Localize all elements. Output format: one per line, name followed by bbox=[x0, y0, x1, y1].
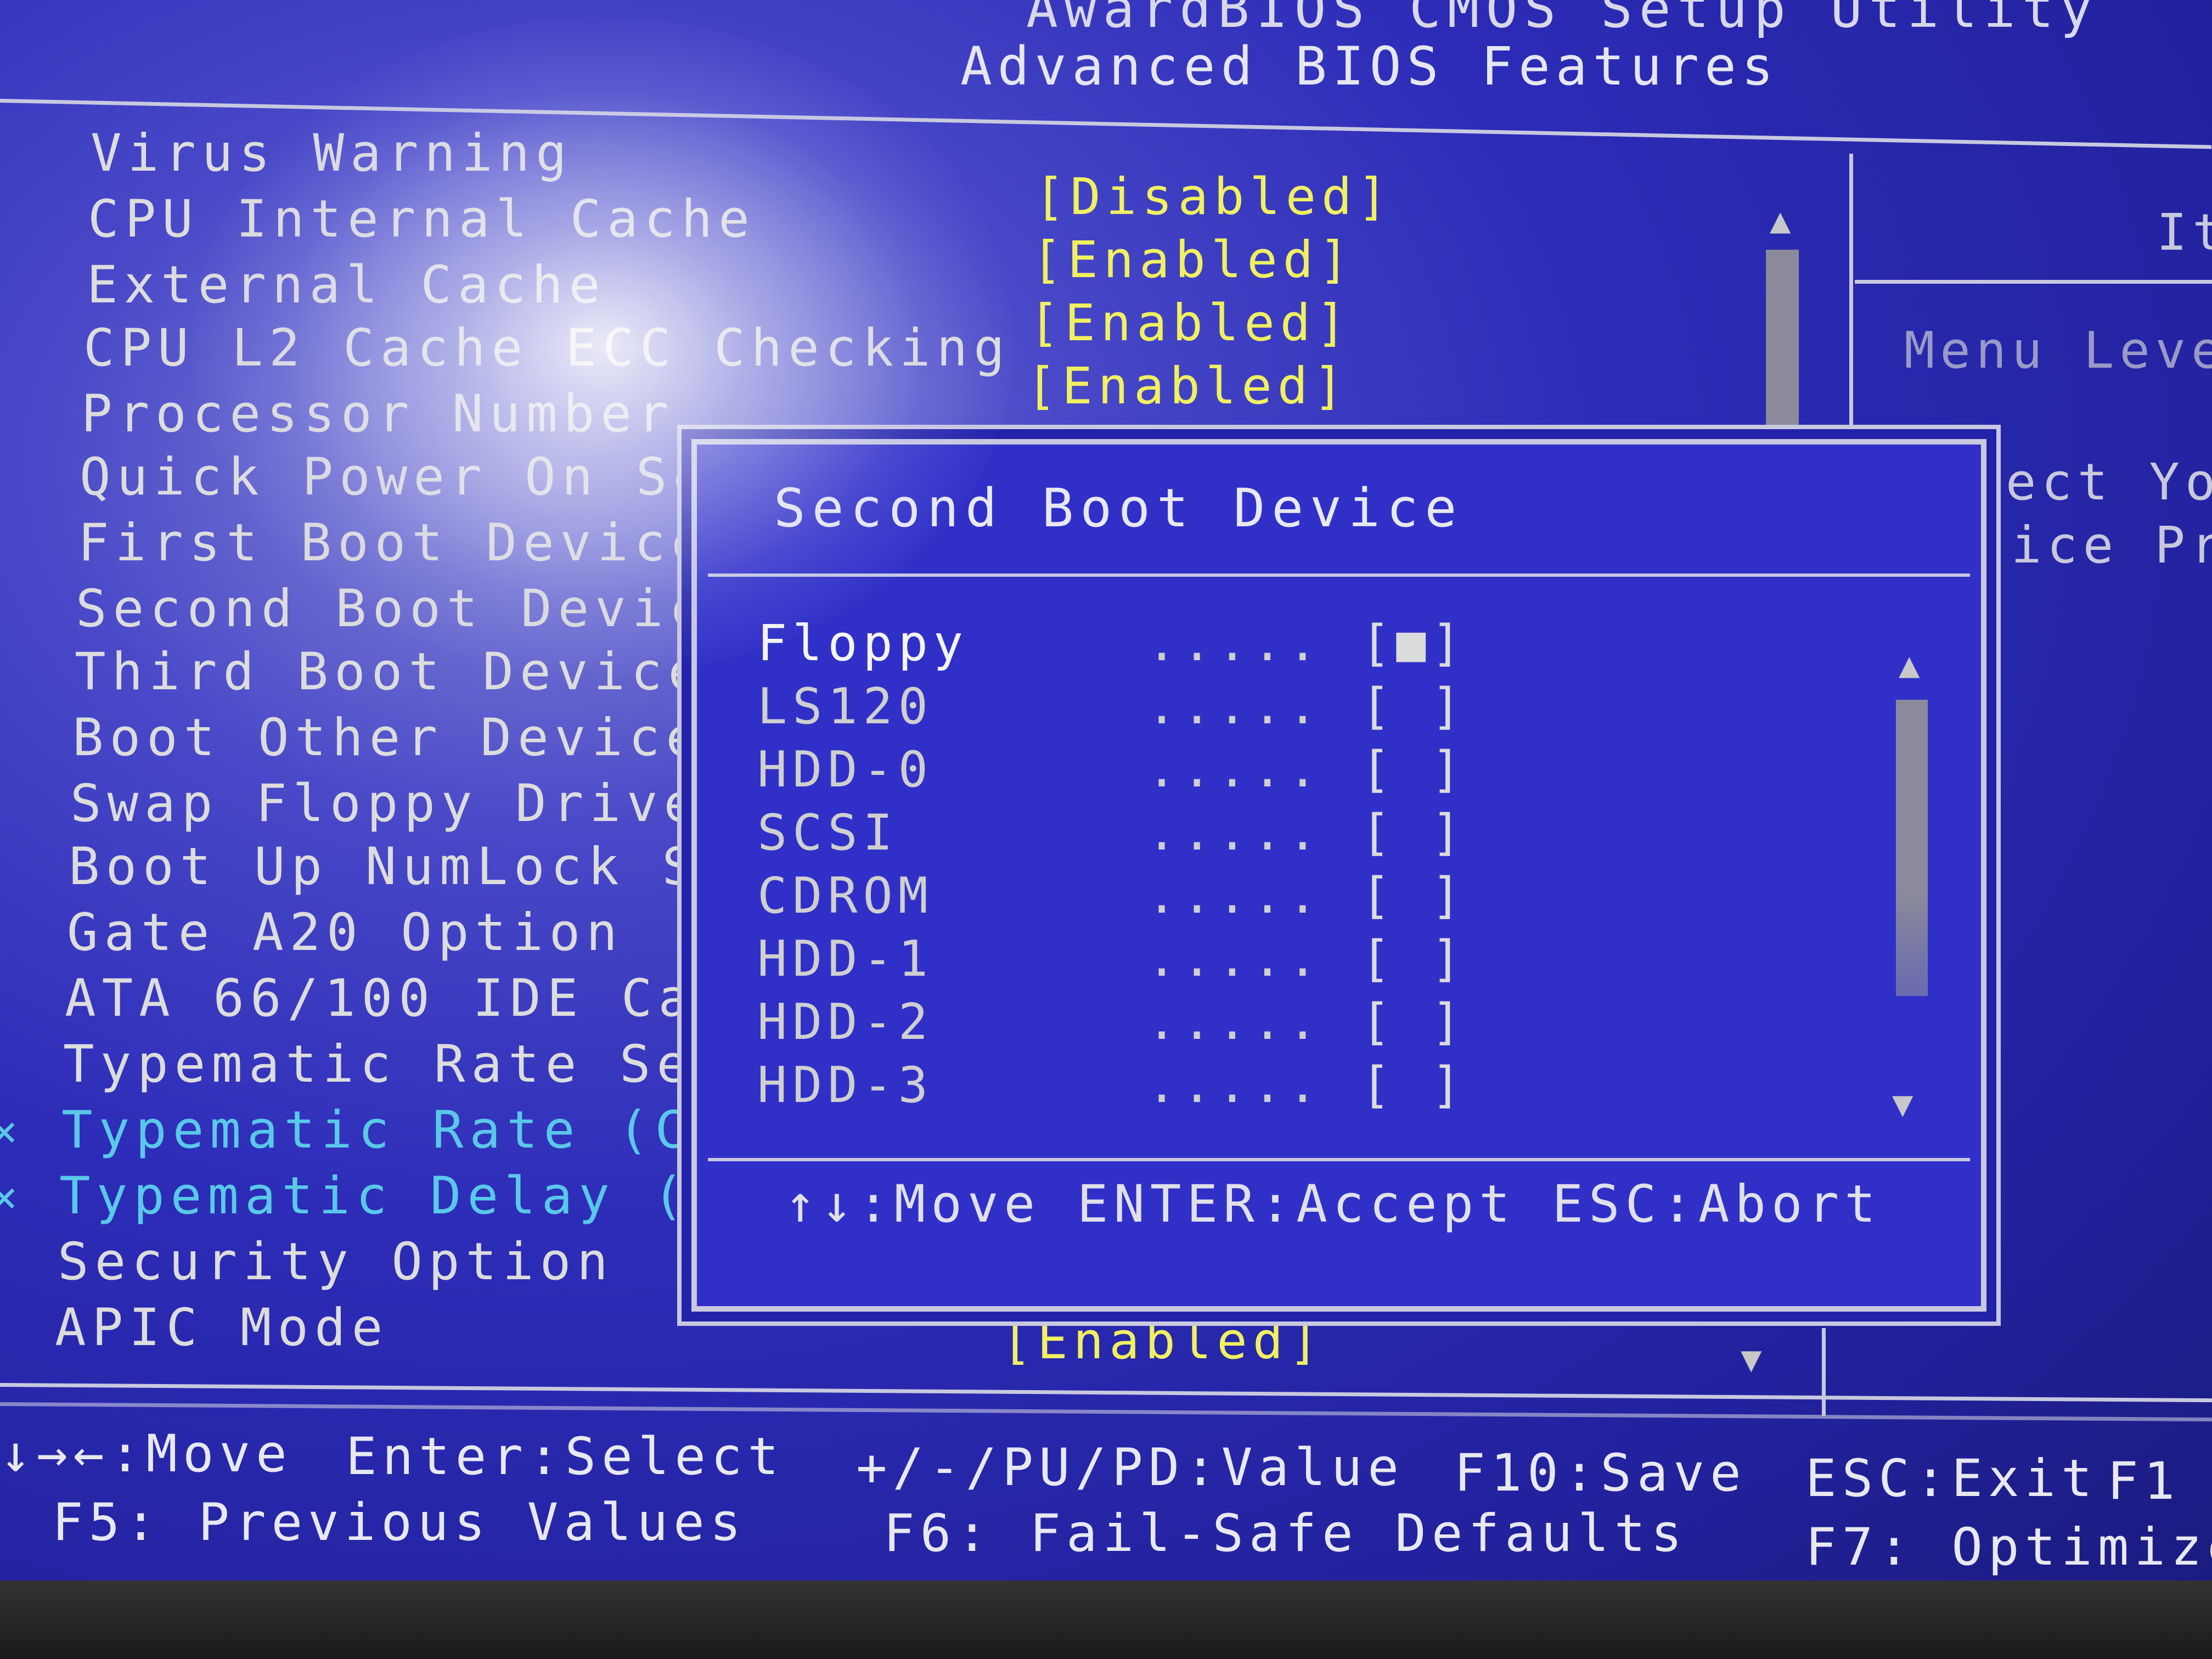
help-text-line-2: ice Pr bbox=[2011, 516, 2212, 575]
footer-move: ↓→←:Move bbox=[0, 1424, 292, 1484]
option-dots: ..... bbox=[1147, 993, 1323, 1051]
menu-item-third-boot-device[interactable]: Third Boot Device bbox=[75, 642, 705, 702]
menu-item-gate-a20[interactable]: Gate A20 Option bbox=[67, 903, 623, 963]
dialog-title: Second Boot Device bbox=[774, 477, 1464, 539]
disabled-mark-icon: × bbox=[0, 1172, 18, 1223]
bios-screen: AwardBIOS CMOS Setup Utility Advanced BI… bbox=[0, 0, 2212, 1659]
menu-item-boot-up-numlock[interactable]: Boot Up NumLock S bbox=[69, 837, 699, 897]
help-panel-divider-lower bbox=[1822, 1328, 1826, 1416]
footer-exit: ESC:Exit bbox=[1805, 1449, 2098, 1509]
menu-item-typematic-rate-chars: Typematic Rate (C bbox=[61, 1100, 693, 1160]
help-text-line-1: ect Yo bbox=[2006, 453, 2212, 511]
page-title: Advanced BIOS Features bbox=[960, 36, 1779, 97]
option-scsi[interactable]: SCSI ..... [ ] bbox=[757, 804, 1580, 864]
footer-divider-2 bbox=[0, 1402, 2212, 1422]
value-apic-mode[interactable]: [Enabled] bbox=[1001, 1312, 1325, 1370]
menu-item-security-option[interactable]: Security Option bbox=[58, 1232, 614, 1292]
menu-item-second-boot-device[interactable]: Second Boot Devic bbox=[76, 579, 706, 639]
main-scrollbar[interactable] bbox=[1766, 250, 1799, 439]
option-label: HDD-3 bbox=[757, 1056, 933, 1114]
menu-item-cpu-internal-cache[interactable]: CPU Internal Cache bbox=[88, 189, 756, 249]
value-cpu-l2-ecc[interactable]: [Enabled] bbox=[1026, 357, 1349, 415]
app-title: AwardBIOS CMOS Setup Utility bbox=[1026, 0, 2099, 40]
option-selector[interactable]: [ ] bbox=[1361, 867, 1467, 925]
footer-f1: F1 bbox=[2107, 1452, 2181, 1511]
option-cdrom[interactable]: CDROM ..... [ ] bbox=[757, 867, 1580, 927]
option-hdd-0[interactable]: HDD-0 ..... [ ] bbox=[757, 741, 1580, 801]
option-selector[interactable]: [ ] bbox=[1361, 678, 1467, 735]
menu-item-processor-number[interactable]: Processor Number bbox=[81, 384, 674, 444]
option-dots: ..... bbox=[1147, 804, 1323, 862]
menu-item-swap-floppy[interactable]: Swap Floppy Drive bbox=[70, 774, 701, 834]
main-scroll-up-icon[interactable]: ▲ bbox=[1770, 200, 1791, 241]
item-help-label: It bbox=[2157, 203, 2212, 262]
disabled-mark-icon: × bbox=[0, 1106, 18, 1157]
footer-save: F10:Save bbox=[1454, 1443, 1747, 1503]
footer-optimized-defaults: F7: Optimize bbox=[1805, 1517, 2212, 1577]
option-selector[interactable]: [ ] bbox=[1361, 804, 1467, 862]
dialog-title-divider bbox=[708, 573, 1970, 577]
menu-item-external-cache[interactable]: External Cache bbox=[87, 255, 606, 315]
option-dots: ..... bbox=[1147, 867, 1323, 925]
option-label: CDROM bbox=[757, 867, 933, 925]
second-boot-device-dialog[interactable]: Second Boot Device Floppy ..... [■] LS12… bbox=[691, 439, 1986, 1312]
dialog-help-text: ↑↓:Move ENTER:Accept ESC:Abort bbox=[785, 1174, 1881, 1234]
dialog-scroll-down-icon[interactable]: ▼ bbox=[1892, 1084, 1913, 1124]
monitor-bezel bbox=[0, 1581, 2212, 1659]
option-label: SCSI bbox=[757, 804, 898, 862]
footer-value: +/-/PU/PD:Value bbox=[856, 1438, 1404, 1498]
option-dots: ..... bbox=[1147, 678, 1323, 735]
menu-item-apic-mode[interactable]: APIC Mode bbox=[55, 1298, 389, 1358]
option-floppy[interactable]: Floppy ..... [■] bbox=[757, 615, 1580, 675]
menu-item-cpu-l2-ecc[interactable]: CPU L2 Cache ECC Checking bbox=[83, 318, 1011, 378]
panel-divider-right bbox=[1855, 280, 2212, 284]
menu-item-typematic-rate-setting[interactable]: Typematic Rate Se bbox=[63, 1034, 694, 1094]
option-dots: ..... bbox=[1147, 615, 1323, 672]
main-scroll-down-icon[interactable]: ▼ bbox=[1741, 1339, 1762, 1380]
option-hdd-3[interactable]: HDD-3 ..... [ ] bbox=[757, 1056, 1580, 1117]
option-label: LS120 bbox=[757, 678, 933, 735]
footer-previous-values: F5: Previous Values bbox=[52, 1493, 747, 1553]
option-selector[interactable]: [■] bbox=[1361, 615, 1467, 672]
footer-fail-safe-defaults: F6: Fail-Safe Defaults bbox=[883, 1504, 1688, 1564]
dialog-scrollbar[interactable] bbox=[1896, 700, 1928, 996]
dialog-scroll-up-icon[interactable]: ▲ bbox=[1899, 645, 1920, 685]
option-label: HDD-2 bbox=[757, 993, 933, 1051]
option-label: HDD-0 bbox=[757, 741, 933, 798]
value-cpu-internal-cache[interactable]: [Enabled] bbox=[1032, 230, 1355, 289]
dialog-help-divider bbox=[708, 1158, 1970, 1161]
value-external-cache[interactable]: [Enabled] bbox=[1029, 294, 1352, 352]
menu-item-boot-other-device[interactable]: Boot Other Device bbox=[72, 708, 703, 768]
option-dots: ..... bbox=[1147, 741, 1323, 798]
footer-select: Enter:Select bbox=[346, 1427, 785, 1487]
option-dots: ..... bbox=[1147, 1056, 1323, 1114]
menu-level-label: Menu Leve bbox=[1904, 321, 2212, 380]
menu-item-first-boot-device[interactable]: First Boot Device bbox=[78, 513, 708, 573]
menu-item-quick-power-on[interactable]: Quick Power On Se bbox=[80, 447, 710, 507]
menu-item-typematic-delay: Typematic Delay ( bbox=[59, 1166, 690, 1226]
option-ls120[interactable]: LS120 ..... [ ] bbox=[757, 678, 1580, 738]
option-selector[interactable]: [ ] bbox=[1361, 930, 1467, 988]
menu-item-ata-66-100[interactable]: ATA 66/100 IDE Ca bbox=[65, 969, 695, 1028]
option-hdd-2[interactable]: HDD-2 ..... [ ] bbox=[757, 993, 1580, 1054]
footer-divider bbox=[0, 1383, 2212, 1403]
help-panel-divider bbox=[1849, 154, 1853, 439]
option-hdd-1[interactable]: HDD-1 ..... [ ] bbox=[757, 930, 1580, 991]
option-selector[interactable]: [ ] bbox=[1361, 741, 1467, 798]
menu-item-virus-warning[interactable]: Virus Warning bbox=[91, 123, 573, 183]
value-virus-warning[interactable]: [Disabled] bbox=[1034, 167, 1393, 226]
option-label: Floppy bbox=[757, 615, 969, 672]
option-selector[interactable]: [ ] bbox=[1361, 1056, 1467, 1114]
option-dots: ..... bbox=[1147, 930, 1323, 988]
option-label: HDD-1 bbox=[757, 930, 933, 988]
option-selector[interactable]: [ ] bbox=[1361, 993, 1467, 1051]
